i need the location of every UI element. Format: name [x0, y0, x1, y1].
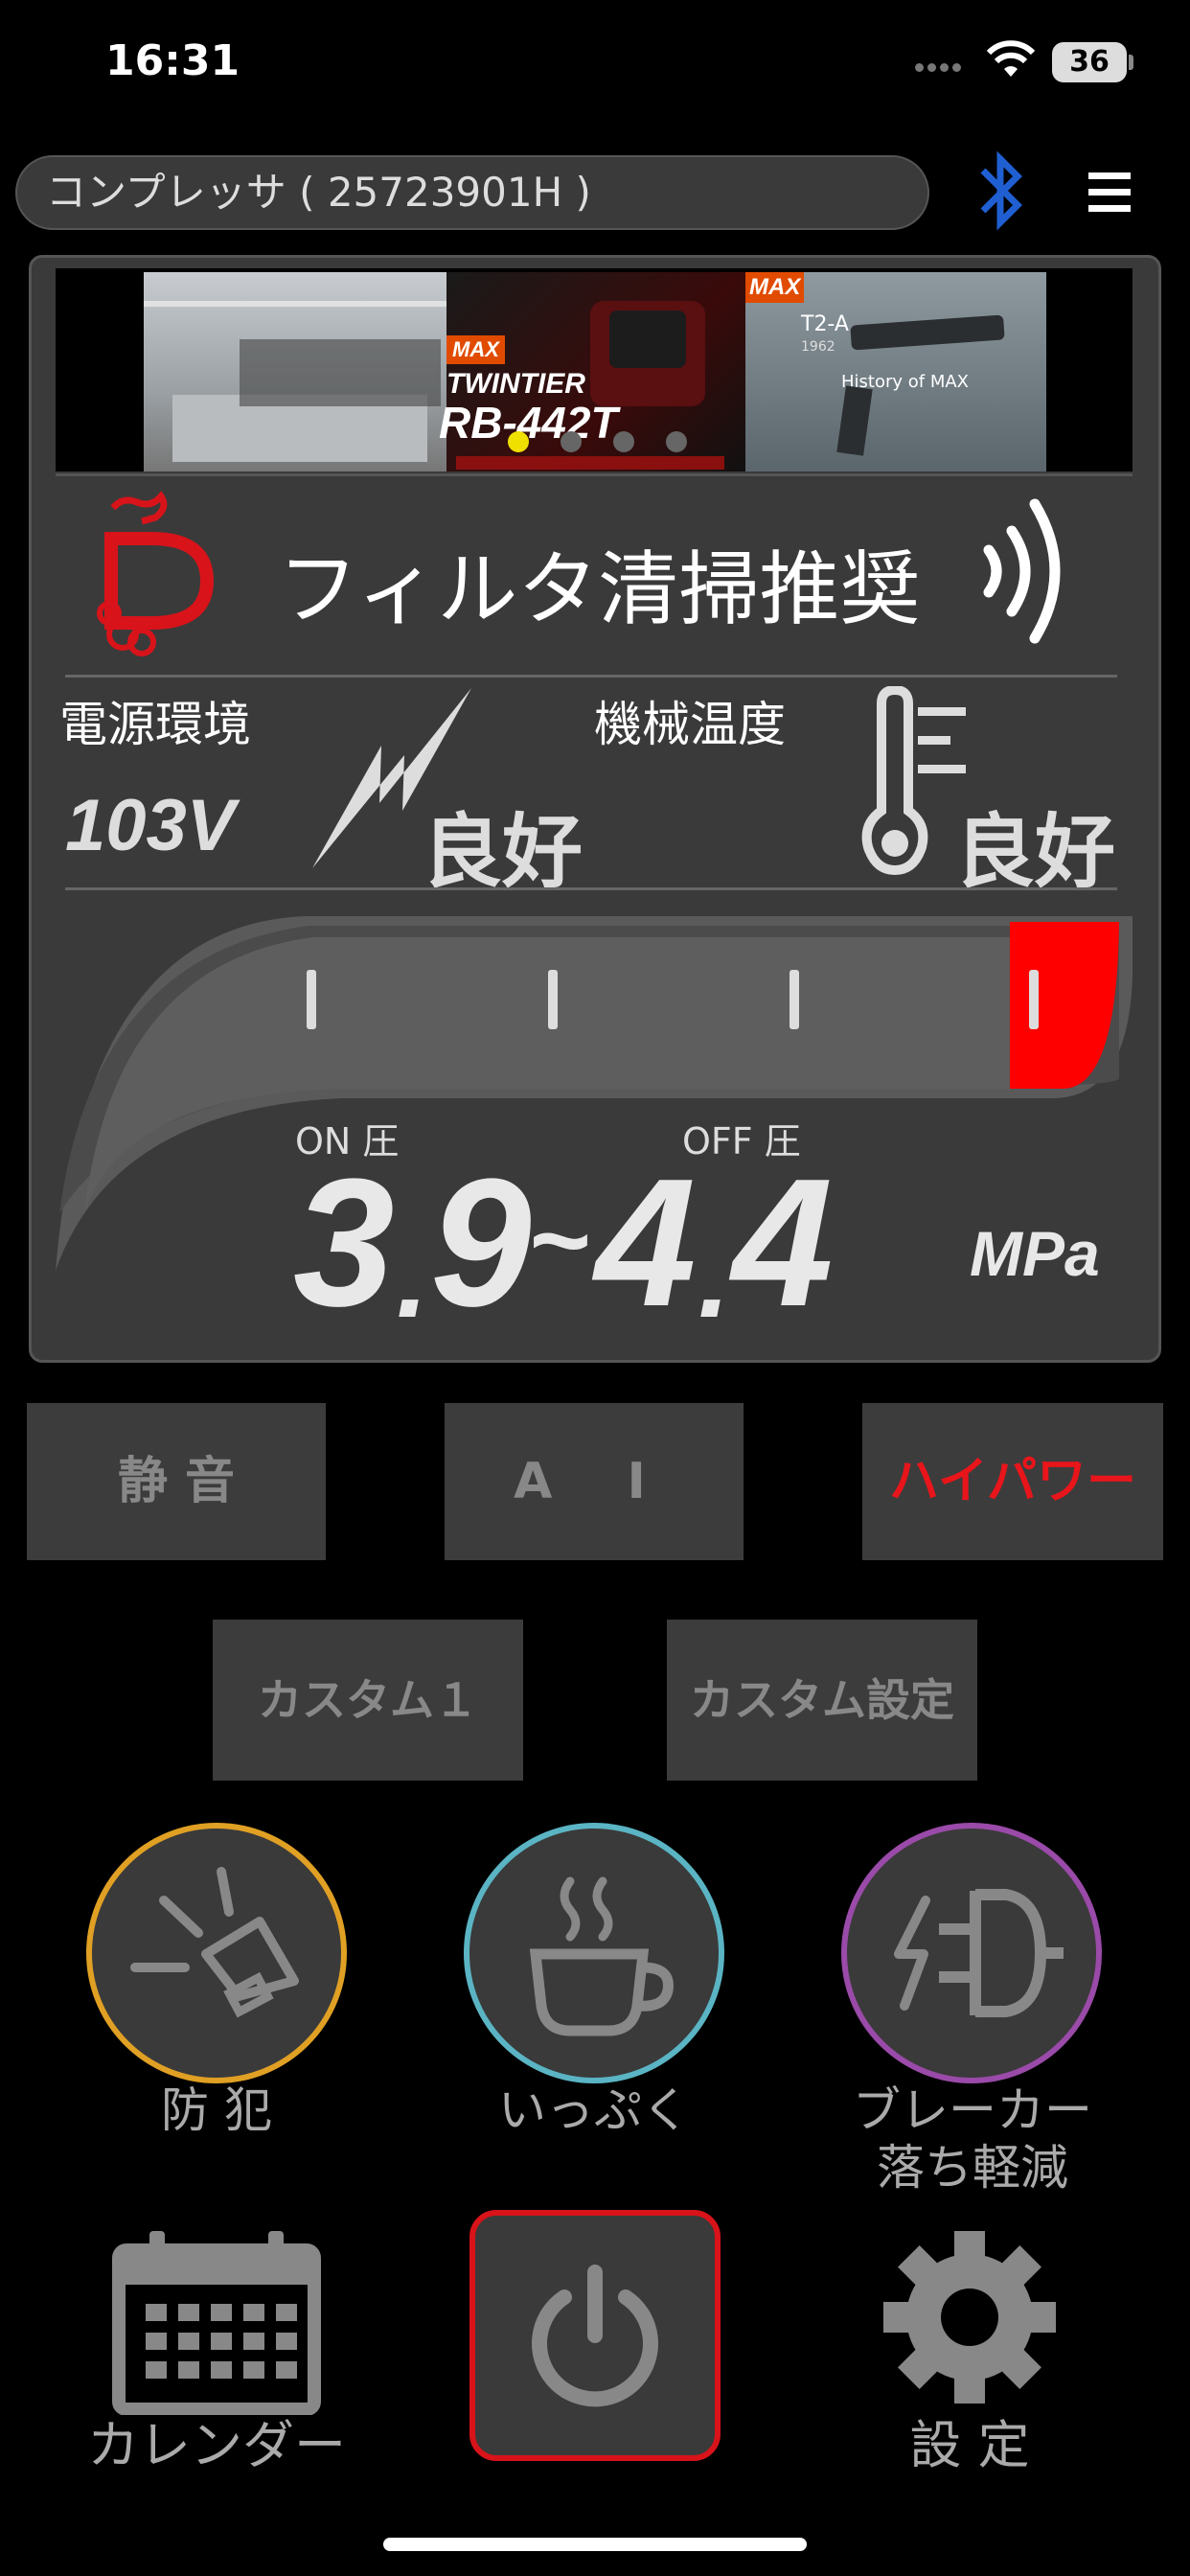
banner-product: TWINTIER	[446, 368, 585, 400]
banner-brand-2: MAX	[446, 335, 505, 364]
machine-temp-label: 機械温度	[594, 697, 786, 752]
gear-icon[interactable]	[883, 2231, 1056, 2404]
page-dot-3[interactable]	[613, 431, 634, 452]
page-dot-4[interactable]	[666, 431, 687, 452]
device-title-pill[interactable]: コンプレッサ ( 25723901H )	[15, 155, 929, 230]
pressure-unit: MPa	[970, 1218, 1100, 1289]
quiet-mode-button[interactable]: 静 音	[27, 1403, 326, 1560]
range-separator: ~	[527, 1182, 589, 1300]
banner-year: 1962	[801, 339, 835, 355]
break-label: いっぷく	[498, 2082, 690, 2138]
banner-model-3: T2-A	[801, 312, 849, 336]
on-pressure-int: 3	[293, 1141, 395, 1345]
divider-bottom	[65, 887, 1117, 890]
alert-d-icon	[97, 491, 215, 656]
plug-bolt-icon	[894, 1889, 1064, 2017]
signal-dots-icon	[915, 58, 969, 72]
break-button[interactable]	[464, 1823, 724, 2083]
breaker-reduction-label: ブレーカー 落ち軽減	[814, 2082, 1131, 2196]
banner-slide-3[interactable]: MAX T2-A 1962 History of MAX	[745, 272, 1046, 472]
hamburger-menu-icon[interactable]	[1088, 171, 1131, 215]
voltage-value: 103V	[65, 785, 236, 866]
settings-label[interactable]: 設 定	[826, 2417, 1113, 2474]
security-label: 防 犯	[161, 2082, 272, 2138]
battery-indicator: 36	[1052, 42, 1127, 82]
banner-brand-3: MAX	[745, 272, 805, 303]
divider-middle	[65, 675, 1117, 678]
home-indicator[interactable]	[383, 2538, 807, 2551]
breaker-reduction-button[interactable]	[841, 1823, 1102, 2083]
breaker-label-line2: 落ち軽減	[877, 2140, 1068, 2196]
power-icon	[532, 2265, 658, 2407]
pressure-range: 3.9~4.4	[293, 1141, 834, 1345]
bluetooth-icon[interactable]	[975, 146, 1029, 236]
page-dot-2[interactable]	[561, 431, 582, 452]
on-pressure-dec: 9	[430, 1141, 532, 1345]
alarm-speaker-icon	[130, 1867, 299, 2018]
custom-settings-button[interactable]: カスタム設定	[667, 1620, 977, 1781]
breaker-label-line1: ブレーカー	[853, 2082, 1092, 2138]
high-power-mode-button[interactable]: ハイパワー	[862, 1403, 1163, 1560]
battery-cap	[1129, 55, 1133, 70]
machine-temp-state: 良好	[954, 805, 1116, 899]
signal-waves-icon	[983, 498, 1061, 644]
security-button[interactable]	[86, 1823, 347, 2083]
ai-mode-button[interactable]: A I	[445, 1403, 744, 1560]
off-pressure-dec: 4	[731, 1141, 834, 1345]
calendar-icon[interactable]	[111, 2227, 322, 2415]
wifi-icon	[987, 40, 1035, 77]
divider-top	[56, 473, 1133, 476]
status-message: フィルタ清掃推奨	[278, 542, 921, 636]
off-pressure-int: 4	[594, 1141, 697, 1345]
custom1-button[interactable]: カスタム１	[213, 1620, 523, 1781]
power-env-label: 電源環境	[59, 697, 251, 752]
status-time: 16:31	[105, 36, 240, 85]
page-dot-1[interactable]	[508, 431, 529, 452]
power-button[interactable]	[469, 2210, 721, 2461]
carousel-page-dots[interactable]	[508, 431, 719, 456]
power-env-state: 良好	[422, 805, 584, 899]
coffee-cup-icon	[529, 1876, 674, 2036]
banner-slide-1[interactable]	[144, 272, 446, 472]
calendar-label[interactable]: カレンダー	[67, 2417, 366, 2474]
